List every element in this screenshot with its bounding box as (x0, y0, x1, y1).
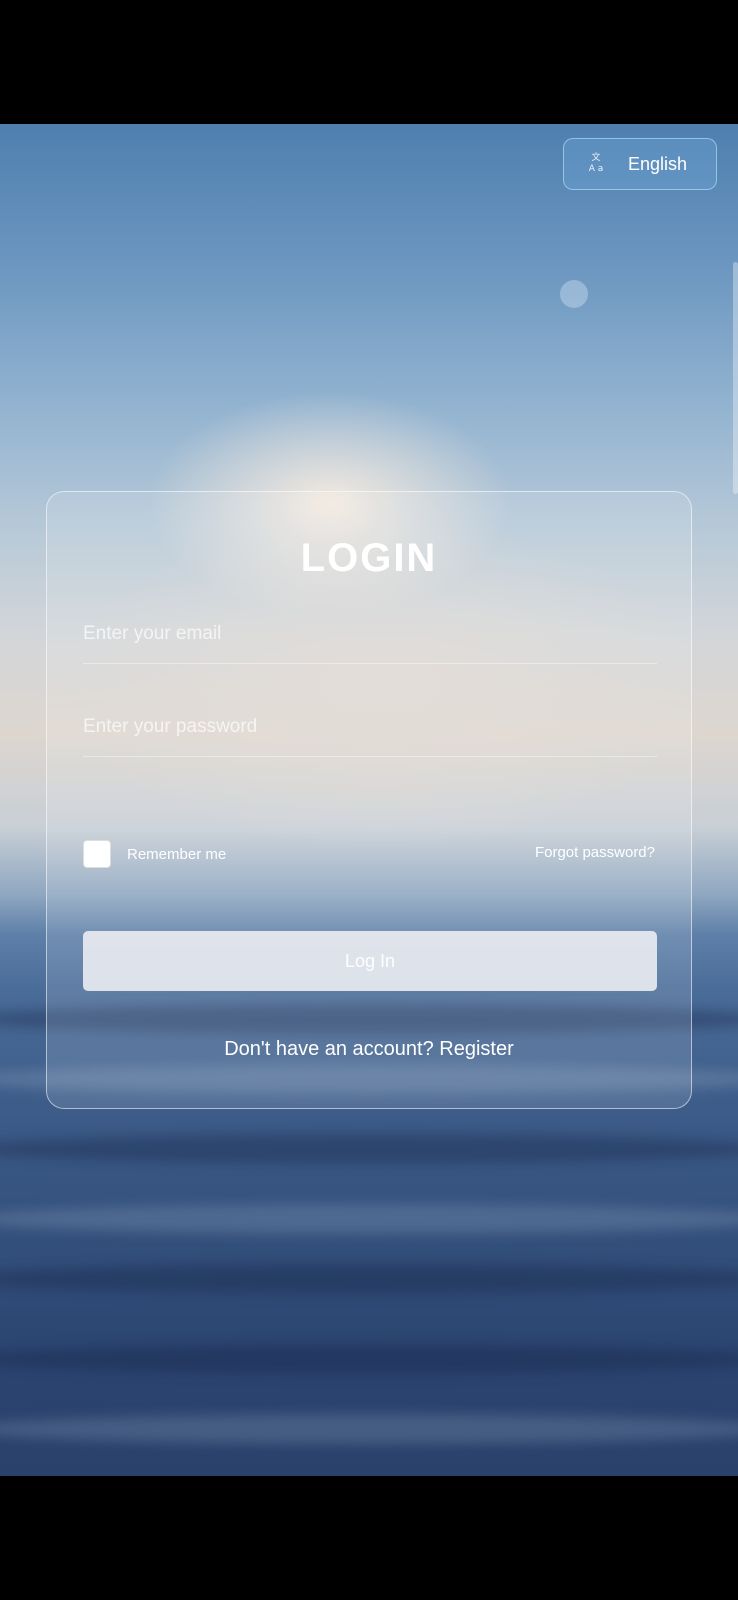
wave (0, 1264, 738, 1294)
password-input[interactable] (83, 698, 657, 756)
remember-me-checkbox[interactable] (83, 840, 111, 868)
navigation-bar (0, 1476, 738, 1600)
email-field-container (83, 605, 657, 664)
edge-panel-handle[interactable] (733, 262, 738, 494)
email-input[interactable] (83, 605, 657, 663)
register-prompt: Don't have an account? Register (47, 1038, 691, 1061)
wave (0, 1414, 738, 1444)
translate-icon: 文 A a (584, 150, 608, 178)
password-field-container (83, 698, 657, 757)
forgot-password-link[interactable]: Forgot password? (535, 844, 655, 861)
remember-me-label[interactable]: Remember me (127, 846, 226, 863)
login-card: LOGIN Remember me Forgot password? Log I… (46, 491, 692, 1109)
login-title: LOGIN (300, 536, 438, 580)
no-account-text: Don't have an account? (224, 1038, 434, 1060)
wave (0, 1344, 738, 1374)
wave (0, 1204, 738, 1234)
translate-icon-glyph-bottom: A a (588, 164, 604, 174)
floating-dot (560, 280, 588, 308)
translate-icon-glyph-top: 文 (591, 153, 601, 163)
register-link[interactable]: Register (439, 1038, 513, 1060)
status-bar (0, 0, 738, 124)
remember-me-row: Remember me (83, 840, 226, 868)
language-label: English (628, 153, 688, 174)
language-selector-button[interactable]: 文 A a English (563, 138, 717, 190)
wave (0, 1134, 738, 1164)
login-button[interactable]: Log In (83, 931, 657, 991)
